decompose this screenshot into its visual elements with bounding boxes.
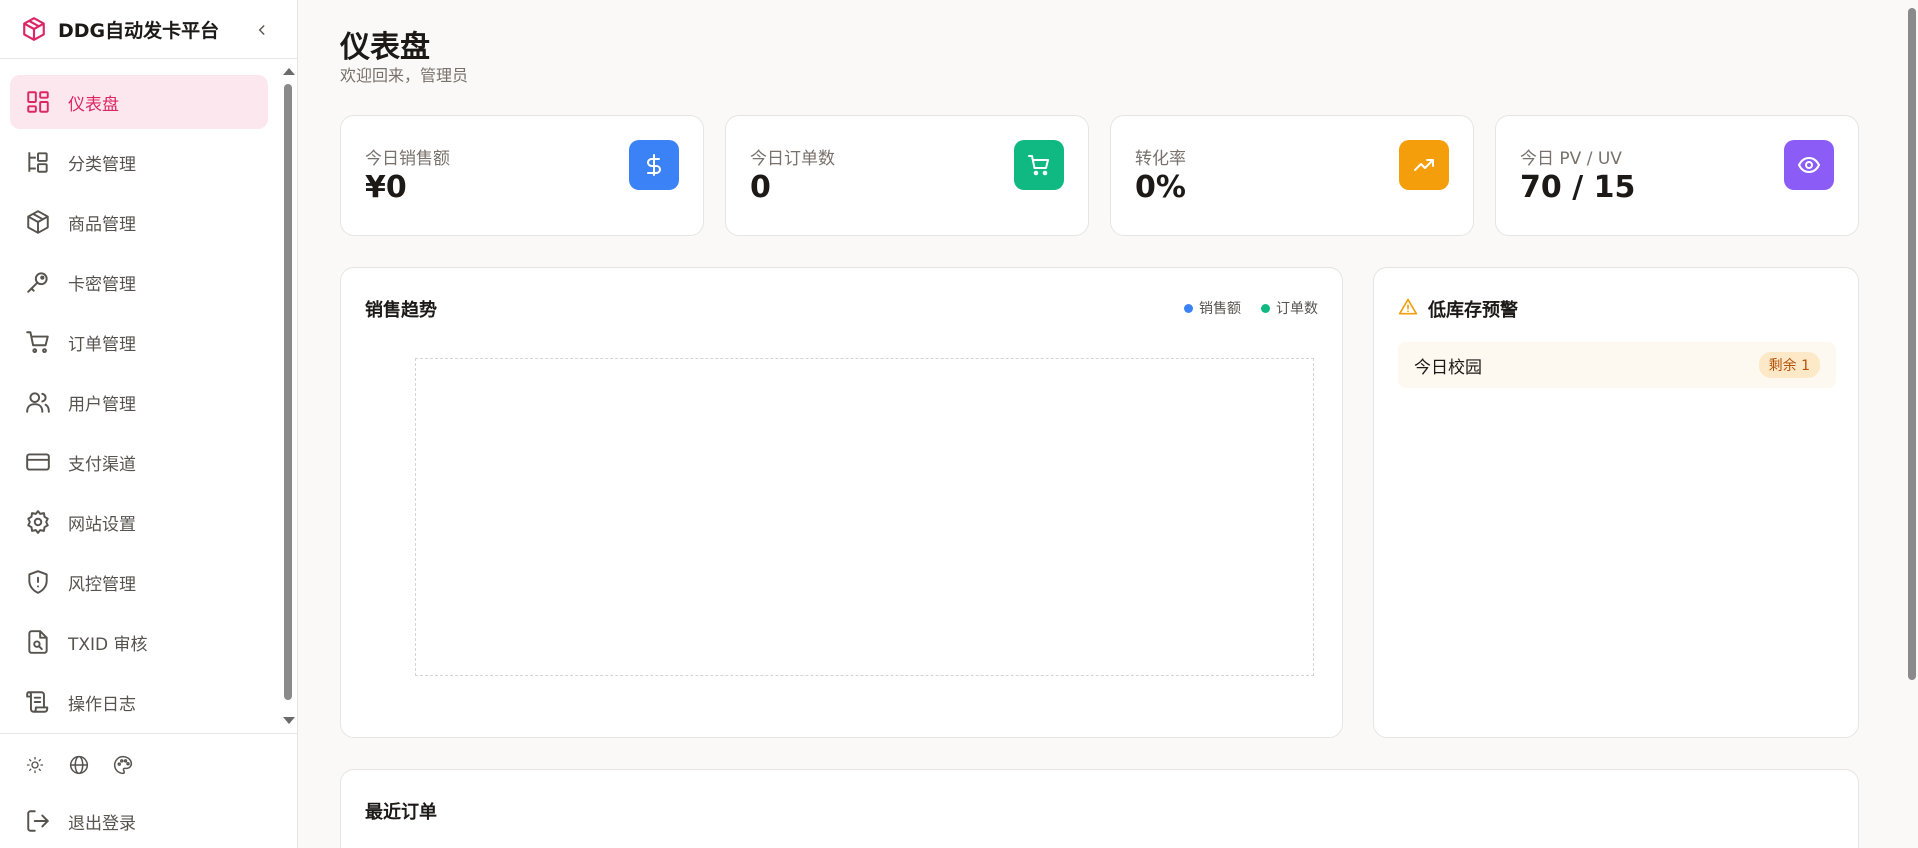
low-stock-card: 低库存预警 今日校园 剩余 1: [1373, 267, 1859, 738]
legend-item-sales[interactable]: 销售额: [1184, 298, 1241, 318]
dollar-icon: [629, 140, 679, 190]
stat-label: 今日销售额: [365, 149, 450, 169]
stat-label: 转化率: [1135, 149, 1186, 169]
low-stock-title: 低库存预警: [1428, 300, 1518, 321]
sales-trend-card: 销售趋势 销售额 订单数: [340, 267, 1343, 738]
stat-card-conversion: 转化率 0%: [1110, 115, 1474, 236]
sidebar-item-label: 网站设置: [68, 514, 136, 535]
scroll-down-icon[interactable]: [283, 717, 295, 724]
logout-button[interactable]: 退出登录: [24, 807, 136, 835]
stock-item-name: 今日校园: [1414, 357, 1482, 378]
stat-value: 0%: [1135, 170, 1186, 205]
sidebar-item-card-keys[interactable]: 卡密管理: [10, 255, 268, 309]
sidebar-item-logs[interactable]: 操作日志: [10, 675, 268, 729]
footer-toolbar: [24, 754, 134, 776]
scrollbar-thumb[interactable]: [1908, 8, 1916, 680]
category-tree-icon: [24, 148, 52, 176]
legend-dot: [1261, 303, 1270, 313]
sidebar-item-label: 分类管理: [68, 154, 136, 175]
sidebar-item-label: 卡密管理: [68, 274, 136, 295]
stat-value: 70 / 15: [1520, 170, 1636, 205]
sidebar-footer: 退出登录: [0, 733, 298, 848]
dashboard-icon: [24, 88, 52, 116]
sidebar-item-label: 订单管理: [68, 334, 136, 355]
legend-label: 订单数: [1276, 301, 1318, 317]
legend-label: 销售额: [1199, 301, 1241, 317]
sidebar-item-settings[interactable]: 网站设置: [10, 495, 268, 549]
sidebar-item-orders[interactable]: 订单管理: [10, 315, 268, 369]
gear-icon: [24, 508, 52, 536]
chart-legend: 销售额 订单数: [1184, 298, 1318, 318]
shield-alert-icon: [24, 568, 52, 596]
stat-card-orders: 今日订单数 0: [725, 115, 1089, 236]
sidebar-item-label: 支付渠道: [68, 454, 136, 475]
brand-title: DDG自动发卡平台: [58, 19, 220, 42]
sidebar-item-dashboard[interactable]: 仪表盘: [10, 75, 268, 129]
scroll-up-icon[interactable]: [283, 68, 295, 75]
globe-icon[interactable]: [68, 754, 90, 776]
sidebar-item-label: TXID 审核: [68, 634, 148, 655]
sidebar-item-label: 用户管理: [68, 394, 136, 415]
sidebar-nav: 仪表盘 分类管理 商品管理 卡密管理 订单管理 用户管理 支付渠道 网站设置 风…: [0, 60, 283, 732]
palette-icon[interactable]: [112, 754, 134, 776]
key-icon: [24, 268, 52, 296]
logout-icon: [24, 807, 52, 835]
sidebar-item-risk-control[interactable]: 风控管理: [10, 555, 268, 609]
legend-item-orders[interactable]: 订单数: [1261, 298, 1318, 318]
cart-icon: [1014, 140, 1064, 190]
brand-header: DDG自动发卡平台: [0, 0, 298, 59]
page-title: 仪表盘: [340, 30, 430, 65]
users-icon: [24, 388, 52, 416]
box-logo-icon: [20, 15, 48, 43]
credit-card-icon: [24, 448, 52, 476]
stat-label: 今日订单数: [750, 149, 835, 169]
stat-value: ¥0: [365, 170, 407, 205]
recent-orders-card: 最近订单: [340, 769, 1859, 848]
sidebar-item-label: 商品管理: [68, 214, 136, 235]
stat-card-pv-uv: 今日 PV / UV 70 / 15: [1495, 115, 1859, 236]
box-icon: [24, 208, 52, 236]
stock-remaining-badge: 剩余 1: [1758, 352, 1820, 378]
page-subtitle: 欢迎回来，管理员: [340, 66, 469, 85]
sidebar-item-users[interactable]: 用户管理: [10, 375, 268, 429]
sidebar-item-products[interactable]: 商品管理: [10, 195, 268, 249]
stat-card-sales: 今日销售额 ¥0: [340, 115, 704, 236]
sidebar-item-label: 仪表盘: [68, 94, 119, 115]
logout-label: 退出登录: [68, 813, 136, 834]
sidebar-item-payment[interactable]: 支付渠道: [10, 435, 268, 489]
sidebar: DDG自动发卡平台 仪表盘 分类管理 商品管理 卡密管理 订单管理 用户管理 支…: [0, 0, 298, 848]
sidebar-item-category[interactable]: 分类管理: [10, 135, 268, 189]
collapse-sidebar-button[interactable]: [250, 18, 274, 42]
page-scrollbar[interactable]: [1906, 0, 1918, 848]
cart-icon: [24, 328, 52, 356]
sun-icon[interactable]: [24, 754, 46, 776]
sidebar-item-label: 风控管理: [68, 574, 136, 595]
low-stock-header: 低库存预警: [1398, 296, 1518, 322]
chart-area: [415, 358, 1314, 676]
scrollbar-thumb[interactable]: [284, 84, 292, 700]
stat-label: 今日 PV / UV: [1520, 149, 1622, 169]
scroll-icon: [24, 688, 52, 716]
warning-icon: [1398, 297, 1418, 321]
legend-dot: [1184, 303, 1193, 313]
stat-value: 0: [750, 170, 771, 205]
recent-orders-title: 最近订单: [365, 802, 437, 823]
eye-icon: [1784, 140, 1834, 190]
low-stock-item[interactable]: 今日校园 剩余 1: [1398, 342, 1836, 388]
sales-trend-title: 销售趋势: [365, 300, 437, 321]
trending-up-icon: [1399, 140, 1449, 190]
sidebar-item-txid-review[interactable]: TXID 审核: [10, 615, 268, 669]
file-search-icon: [24, 628, 52, 656]
sidebar-item-label: 操作日志: [68, 694, 136, 715]
sidebar-scrollbar[interactable]: [282, 64, 295, 728]
